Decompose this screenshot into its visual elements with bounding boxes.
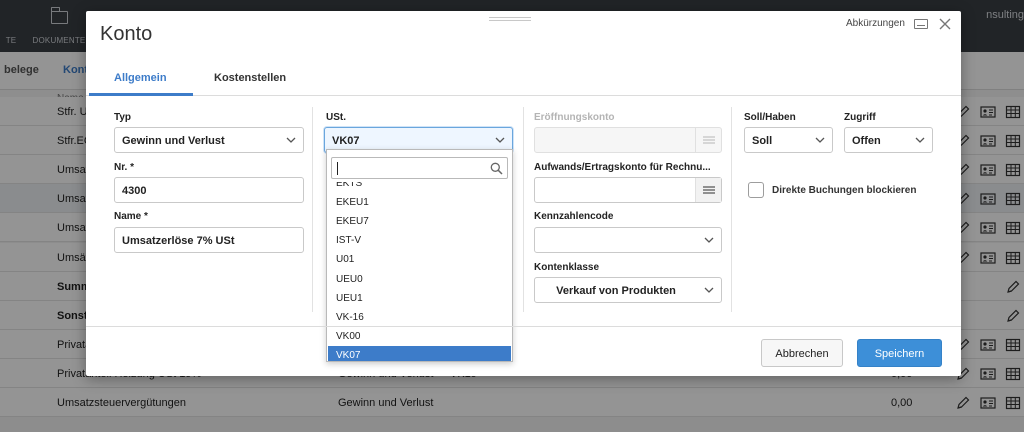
typ-select[interactable]: Gewinn und Verlust [114,127,304,153]
ust-label: USt. [326,112,346,123]
ust-value: VK07 [332,135,360,147]
typ-value: Gewinn und Verlust [122,135,225,147]
chevron-down-icon [815,137,825,143]
cancel-button[interactable]: Abbrechen [761,339,843,367]
ust-option[interactable]: EKTS [328,182,511,193]
name-input[interactable]: Umsatzerlöse 7% USt [114,227,304,253]
drag-handle[interactable] [489,17,531,21]
column-divider [312,107,313,312]
kontenklasse-label: Kontenklasse [534,262,600,273]
abbreviations-link[interactable]: Abkürzungen [846,18,905,29]
ust-option[interactable]: EKEU1 [328,193,511,212]
search-icon [490,162,503,175]
text-cursor [337,162,338,175]
eroeffnungskonto-label: Eröffnungskonto [534,112,615,123]
chevron-down-icon [915,137,925,143]
tab-allgemein[interactable]: Allgemein [114,72,167,84]
column-divider [523,107,524,312]
soll-haben-select[interactable]: Soll [744,127,833,153]
chevron-down-icon [286,137,296,143]
ust-option[interactable]: VK-16 [328,308,511,327]
aufwands-ertragskonto-input[interactable] [534,177,722,203]
close-icon[interactable] [938,17,952,31]
aufwands-ertragskonto-lookup-button[interactable] [695,178,721,202]
nr-value: 4300 [122,185,147,197]
name-label: Name * [114,211,148,222]
column-divider [731,107,732,312]
tab-kostenstellen[interactable]: Kostenstellen [214,72,286,84]
nr-input[interactable]: 4300 [114,177,304,203]
chevron-down-icon [704,287,714,293]
direkte-buchungen-checkbox[interactable] [748,182,764,198]
kontenklasse-value: Verkauf von Produkten [556,285,676,297]
soll-haben-value: Soll [752,135,773,147]
typ-label: Typ [114,112,132,123]
chevron-down-icon [704,237,714,243]
nr-label: Nr. * [114,162,135,173]
soll-haben-label: Soll/Haben [744,112,796,123]
zugriff-select[interactable]: Offen [844,127,933,153]
list-icon [703,136,715,144]
chevron-down-icon [495,137,505,143]
ust-option[interactable]: EKEU7 [328,212,511,231]
kennzahlencode-select[interactable] [534,227,722,253]
direkte-buchungen-label[interactable]: Direkte Buchungen blockieren [772,185,916,196]
konto-dialog: Konto Abkürzungen Allgemein Kostenstelle… [86,11,961,376]
name-value: Umsatzerlöse 7% USt [122,235,235,247]
ust-option[interactable]: UEU1 [328,289,511,308]
ust-option[interactable]: IST-V [328,231,511,250]
save-button[interactable]: Speichern [857,339,942,367]
kontenklasse-select[interactable]: Verkauf von Produkten [534,277,722,303]
ust-dropdown-search-input[interactable] [331,157,508,179]
active-tab-indicator [89,93,193,96]
list-icon [703,186,715,194]
dialog-tabs: Allgemein Kostenstellen [86,61,961,96]
kennzahlencode-label: Kennzahlencode [534,211,614,222]
ust-option[interactable]: UEU0 [328,270,511,289]
ust-option[interactable]: U01 [328,250,511,269]
eroeffnungskonto-input [534,127,722,153]
aufwands-ertragskonto-label: Aufwands/Ertragskonto für Rechnu... [534,162,711,173]
zugriff-value: Offen [852,135,881,147]
eroeffnungskonto-lookup-button [695,128,721,152]
keyboard-icon[interactable] [914,19,928,29]
dialog-title: Konto [100,23,153,45]
dialog-footer: Abbrechen Speichern [86,326,961,376]
zugriff-label: Zugriff [844,112,876,123]
